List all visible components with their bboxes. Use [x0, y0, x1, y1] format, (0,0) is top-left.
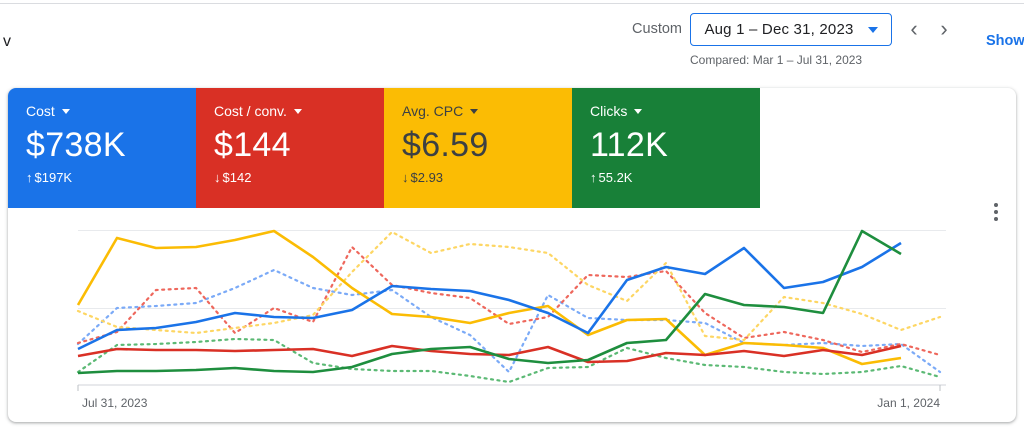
- series-previous-avg-cpc: [76, 230, 942, 342]
- x-axis-start-label: Jul 31, 2023: [82, 396, 148, 410]
- x-axis-end-label: Jan 1, 2024: [877, 396, 940, 410]
- series-previous-clicks: [76, 337, 942, 384]
- time-series-chart: [76, 229, 946, 391]
- series-previous-cost: [76, 268, 942, 374]
- series-current-avg-cpc: [76, 229, 902, 366]
